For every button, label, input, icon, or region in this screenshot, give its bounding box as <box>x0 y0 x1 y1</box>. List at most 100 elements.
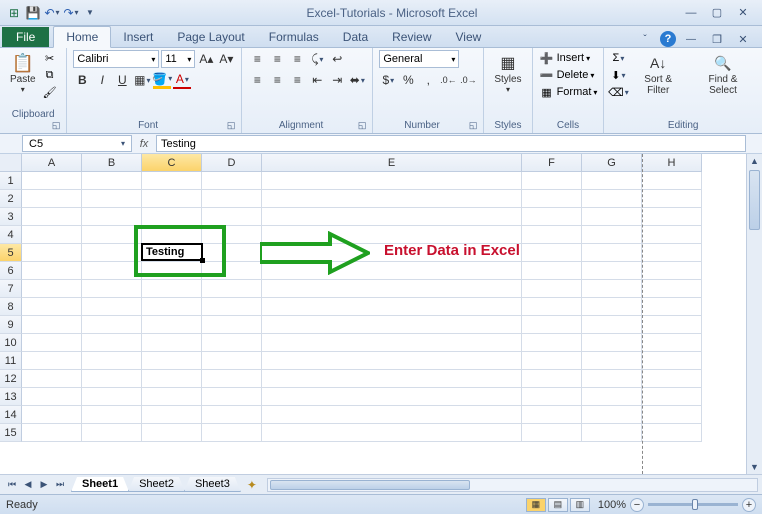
cell[interactable] <box>262 316 522 334</box>
close-button[interactable]: ✕ <box>732 5 754 21</box>
font-launcher-icon[interactable]: ◱ <box>227 120 236 131</box>
new-sheet-icon[interactable]: ✦ <box>241 478 263 492</box>
cell[interactable] <box>582 406 642 424</box>
cell[interactable] <box>142 388 202 406</box>
cell[interactable] <box>82 352 142 370</box>
zoom-out-button[interactable]: − <box>630 498 644 512</box>
cell[interactable] <box>522 298 582 316</box>
cut-icon[interactable]: ✂ <box>42 50 58 66</box>
cell[interactable] <box>82 190 142 208</box>
cell[interactable] <box>582 226 642 244</box>
cell[interactable] <box>82 424 142 442</box>
align-left-icon[interactable]: ≡ <box>248 71 266 89</box>
column-header[interactable]: H <box>642 154 702 172</box>
cell[interactable] <box>262 208 522 226</box>
cell[interactable] <box>522 316 582 334</box>
insert-cells-button[interactable]: ➕Insert▾ <box>539 50 591 66</box>
row-header[interactable]: 14 <box>0 406 22 424</box>
fill-icon[interactable]: ⬇ <box>610 67 626 83</box>
cell[interactable] <box>82 298 142 316</box>
cell[interactable] <box>82 406 142 424</box>
cell[interactable] <box>142 370 202 388</box>
cell[interactable] <box>582 298 642 316</box>
cell[interactable] <box>582 244 642 262</box>
cell[interactable] <box>142 352 202 370</box>
cell[interactable] <box>202 208 262 226</box>
workbook-minimize-button[interactable]: — <box>680 31 702 47</box>
font-name-select[interactable]: Calibri▾ <box>73 50 159 68</box>
zoom-in-button[interactable]: + <box>742 498 756 512</box>
cell[interactable] <box>522 244 582 262</box>
decrease-decimal-icon[interactable]: .0→ <box>459 71 477 89</box>
cell[interactable] <box>522 388 582 406</box>
cell[interactable] <box>202 172 262 190</box>
cell[interactable] <box>22 172 82 190</box>
cell[interactable] <box>642 388 702 406</box>
align-top-icon[interactable]: ≡ <box>248 50 266 68</box>
column-header[interactable]: C <box>142 154 202 172</box>
view-normal-button[interactable]: ▦ <box>526 498 546 512</box>
cell[interactable] <box>142 208 202 226</box>
cell[interactable] <box>202 424 262 442</box>
row-header[interactable]: 13 <box>0 388 22 406</box>
view-page-break-button[interactable]: ▥ <box>570 498 590 512</box>
bold-button[interactable]: B <box>73 71 91 89</box>
tab-file[interactable]: File <box>2 27 49 47</box>
column-header[interactable]: D <box>202 154 262 172</box>
cell[interactable] <box>582 172 642 190</box>
indent-increase-icon[interactable]: ⇥ <box>328 71 346 89</box>
active-cell[interactable]: Testing <box>141 243 203 261</box>
help-icon[interactable]: ? <box>660 31 676 47</box>
sheet-tab[interactable]: Sheet3 <box>184 477 241 492</box>
row-header[interactable]: 12 <box>0 370 22 388</box>
cell[interactable] <box>522 424 582 442</box>
cell[interactable] <box>522 370 582 388</box>
cell[interactable] <box>642 352 702 370</box>
save-icon[interactable]: 💾 <box>25 5 41 21</box>
cell[interactable] <box>582 208 642 226</box>
font-color-button[interactable]: A <box>173 71 191 89</box>
cell[interactable] <box>22 244 82 262</box>
cell[interactable] <box>22 190 82 208</box>
scroll-down-icon[interactable]: ▼ <box>747 460 762 474</box>
cell[interactable] <box>642 172 702 190</box>
cell[interactable] <box>642 334 702 352</box>
view-page-layout-button[interactable]: ▤ <box>548 498 568 512</box>
cell[interactable] <box>642 370 702 388</box>
fill-handle[interactable] <box>200 258 205 263</box>
cell[interactable] <box>522 172 582 190</box>
cell[interactable] <box>202 334 262 352</box>
vscroll-thumb[interactable] <box>749 170 760 230</box>
wrap-text-icon[interactable]: ↩ <box>328 50 346 68</box>
column-header[interactable]: B <box>82 154 142 172</box>
cell[interactable] <box>582 370 642 388</box>
indent-decrease-icon[interactable]: ⇤ <box>308 71 326 89</box>
formula-input[interactable]: Testing <box>156 135 746 152</box>
orientation-icon[interactable]: ⤹ <box>308 50 326 68</box>
tab-insert[interactable]: Insert <box>111 27 165 47</box>
cell[interactable] <box>262 352 522 370</box>
cell[interactable] <box>262 334 522 352</box>
cell[interactable] <box>22 280 82 298</box>
cell[interactable] <box>22 208 82 226</box>
fill-color-button[interactable]: 🪣 <box>153 71 171 89</box>
autosum-icon[interactable]: Σ <box>610 50 626 66</box>
cell[interactable] <box>262 280 522 298</box>
redo-icon[interactable]: ↷ <box>63 5 79 21</box>
cell[interactable] <box>582 352 642 370</box>
tab-review[interactable]: Review <box>380 27 443 47</box>
row-header[interactable]: 15 <box>0 424 22 442</box>
row-header[interactable]: 10 <box>0 334 22 352</box>
cell[interactable] <box>22 262 82 280</box>
tab-formulas[interactable]: Formulas <box>257 27 331 47</box>
clear-icon[interactable]: ⌫ <box>610 84 626 100</box>
cell[interactable] <box>22 388 82 406</box>
cell[interactable] <box>82 334 142 352</box>
cell[interactable] <box>522 334 582 352</box>
column-header[interactable]: G <box>582 154 642 172</box>
row-header[interactable]: 11 <box>0 352 22 370</box>
sheet-nav-first-icon[interactable]: ⏮ <box>4 479 20 490</box>
cell[interactable] <box>142 190 202 208</box>
sheet-nav-next-icon[interactable]: ▶ <box>36 479 52 490</box>
row-header[interactable]: 2 <box>0 190 22 208</box>
